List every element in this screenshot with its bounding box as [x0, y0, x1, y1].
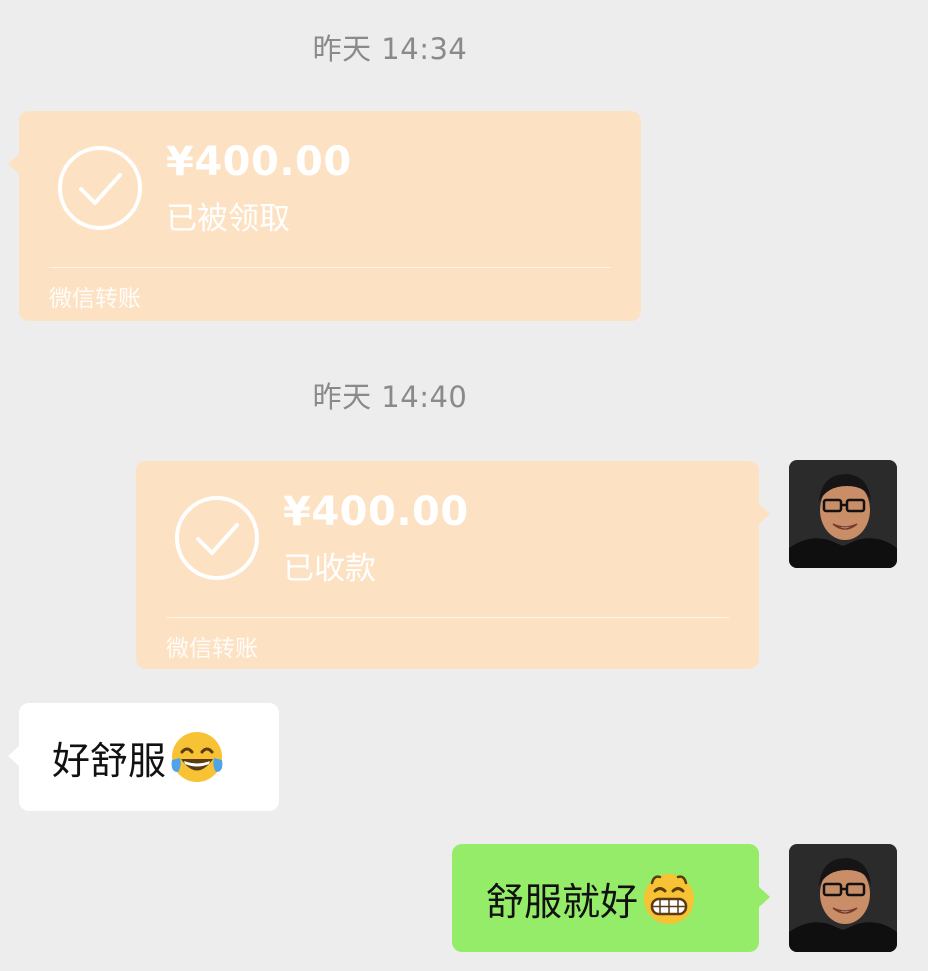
transfer-card-sent[interactable]: ¥400.00 已收款 微信转账 — [136, 461, 770, 669]
tears-of-joy-emoji-icon — [171, 732, 223, 782]
avatar[interactable] — [789, 844, 897, 952]
timestamp: 昨天 14:34 — [312, 32, 468, 66]
check-circle-icon — [58, 146, 142, 230]
transfer-card-received[interactable]: ¥400.00 已被领取 微信转账 — [8, 111, 641, 321]
avatar-photo — [789, 460, 897, 568]
message-text: 舒服就好 — [486, 879, 639, 924]
transfer-status: 已收款 — [283, 551, 376, 587]
transfer-service-label: 微信转账 — [49, 286, 141, 312]
divider — [166, 617, 729, 618]
transfer-service-label: 微信转账 — [166, 636, 258, 662]
message-text: 好舒服 — [52, 738, 167, 783]
grinning-emoji-icon — [644, 874, 695, 924]
message-bubble-sent[interactable]: 舒服就好 — [452, 844, 770, 952]
transfer-status: 已被领取 — [166, 201, 290, 237]
avatar[interactable] — [789, 460, 897, 568]
message-bubble-received[interactable]: 好舒服 — [8, 703, 279, 811]
transfer-amount: ¥400.00 — [283, 489, 469, 535]
divider — [49, 267, 611, 268]
timestamp: 昨天 14:40 — [312, 380, 468, 414]
avatar-photo — [789, 844, 897, 952]
transfer-amount: ¥400.00 — [166, 139, 352, 185]
check-circle-icon — [175, 496, 259, 580]
